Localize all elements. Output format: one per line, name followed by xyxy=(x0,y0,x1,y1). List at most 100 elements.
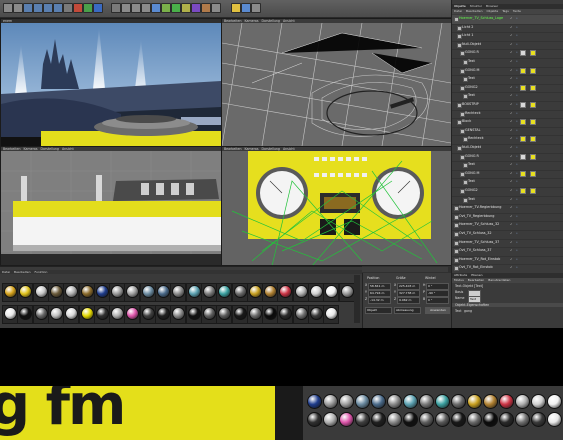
visibility-check-icon[interactable]: ✓ xyxy=(510,179,513,183)
visibility-check-icon[interactable]: ✓ xyxy=(510,214,513,218)
render-dots-icon[interactable]: • xyxy=(516,205,518,209)
object-menu-item[interactable]: Tags xyxy=(502,9,509,13)
material-ball[interactable] xyxy=(218,307,232,320)
tag-icon[interactable] xyxy=(520,50,526,57)
material-ball[interactable] xyxy=(419,412,434,427)
material-ball[interactable] xyxy=(371,394,386,409)
scene-icon[interactable] xyxy=(201,3,211,13)
material-ball[interactable] xyxy=(515,394,530,409)
material-ball[interactable] xyxy=(435,412,450,427)
material-ball[interactable] xyxy=(65,285,79,298)
x-axis-icon[interactable] xyxy=(73,3,83,13)
attribute-menu-item[interactable]: Benutzerdaten xyxy=(488,278,510,282)
material-ball[interactable] xyxy=(323,412,338,427)
material-slot[interactable] xyxy=(292,305,309,324)
material-ball[interactable] xyxy=(4,285,17,298)
render-dots-icon[interactable]: • xyxy=(516,68,518,72)
tab-objekte[interactable]: Objekte xyxy=(454,4,466,8)
visibility-check-icon[interactable]: ✓ xyxy=(510,102,513,106)
render-dots-icon[interactable]: • xyxy=(516,93,518,97)
material-ball[interactable] xyxy=(202,307,216,320)
material-ball[interactable] xyxy=(95,285,109,298)
visibility-check-icon[interactable]: ✓ xyxy=(510,222,513,226)
material-scrollbar[interactable] xyxy=(354,275,360,323)
material-ball[interactable] xyxy=(403,394,418,409)
material-slot[interactable] xyxy=(323,305,340,324)
material-slot[interactable] xyxy=(185,305,202,324)
camera-icon[interactable] xyxy=(211,3,221,13)
deformer-icon[interactable] xyxy=(191,3,201,13)
material-ball[interactable] xyxy=(141,285,155,298)
render-dots-icon[interactable]: • xyxy=(516,33,518,37)
render-dots-icon[interactable]: • xyxy=(516,102,518,106)
material-slot[interactable] xyxy=(262,305,279,324)
render-dots-icon[interactable]: • xyxy=(516,42,518,46)
material-slot[interactable] xyxy=(231,305,248,324)
coord-field-size[interactable]: 9.962 m xyxy=(397,297,420,304)
material-ball[interactable] xyxy=(325,307,339,320)
visibility-check-icon[interactable]: ✓ xyxy=(510,248,513,252)
coord-field-pos[interactable]: 58.841 m xyxy=(368,283,391,290)
texture-tag-icon[interactable] xyxy=(530,102,536,108)
render-dots-icon[interactable]: • xyxy=(516,222,518,226)
material-slot[interactable] xyxy=(63,305,80,324)
text-value[interactable]: gong xyxy=(464,309,472,313)
material-ball[interactable] xyxy=(371,412,386,427)
material-ball[interactable] xyxy=(111,285,125,298)
visibility-check-icon[interactable]: ✓ xyxy=(510,119,513,123)
visibility-check-icon[interactable]: ✓ xyxy=(510,265,513,269)
material-ball[interactable] xyxy=(248,307,262,320)
texture-tag-icon[interactable] xyxy=(530,170,536,177)
render-dots-icon[interactable]: • xyxy=(516,197,518,201)
material-ball[interactable] xyxy=(355,412,370,427)
material-ball[interactable] xyxy=(340,285,354,298)
undo-icon[interactable] xyxy=(3,3,13,13)
render-dots-icon[interactable]: • xyxy=(516,231,518,235)
tag-icon[interactable] xyxy=(520,67,526,74)
cube-icon[interactable] xyxy=(151,3,161,13)
material-slot[interactable] xyxy=(47,283,64,302)
visibility-check-icon[interactable]: ✓ xyxy=(510,205,513,209)
material-ball[interactable] xyxy=(547,394,562,409)
object-menu-item[interactable]: Objekte xyxy=(487,9,499,13)
material-ball[interactable] xyxy=(80,285,94,298)
tab-attribute[interactable]: Attribute xyxy=(454,273,467,277)
visibility-check-icon[interactable]: ✓ xyxy=(510,33,513,37)
visibility-check-icon[interactable]: ✓ xyxy=(510,154,513,158)
list-item[interactable]: Ovt_TV_Rot_Einstob ✓ • xyxy=(452,264,563,273)
material-ball[interactable] xyxy=(4,307,17,320)
material-slot[interactable] xyxy=(17,305,34,324)
render-dots-icon[interactable]: • xyxy=(516,76,518,80)
visibility-check-icon[interactable]: ✓ xyxy=(510,59,513,63)
material-slot[interactable] xyxy=(246,283,263,302)
object-menu-item[interactable]: Bearbeiten xyxy=(466,9,482,13)
texture-tag-icon[interactable] xyxy=(530,50,536,57)
render-dots-icon[interactable]: • xyxy=(516,119,518,123)
visibility-check-icon[interactable]: ✓ xyxy=(510,93,513,97)
render-dots-icon[interactable]: • xyxy=(516,171,518,175)
material-slot[interactable] xyxy=(63,283,80,302)
material-ball[interactable] xyxy=(233,307,247,320)
material-ball[interactable] xyxy=(499,412,514,427)
material-slot[interactable] xyxy=(47,305,64,324)
material-slot[interactable] xyxy=(32,305,49,324)
visibility-check-icon[interactable]: ✓ xyxy=(510,257,513,261)
texture-tag-icon[interactable] xyxy=(530,84,536,91)
material-ball[interactable] xyxy=(294,285,308,298)
tag-icon[interactable] xyxy=(520,84,526,91)
material-ball[interactable] xyxy=(19,285,33,298)
material-ball[interactable] xyxy=(141,307,155,320)
material-ball[interactable] xyxy=(187,307,201,320)
material-ball[interactable] xyxy=(80,307,94,320)
material-ball[interactable] xyxy=(531,412,546,427)
texture-tag-icon[interactable] xyxy=(530,188,536,194)
material-slot[interactable] xyxy=(93,283,110,302)
material-ball[interactable] xyxy=(218,285,232,298)
visibility-check-icon[interactable]: ✓ xyxy=(510,197,513,201)
object-menu-item[interactable]: Texte xyxy=(513,9,521,13)
material-ball[interactable] xyxy=(307,394,322,409)
render-picture-icon[interactable] xyxy=(131,3,141,13)
coord-field-size[interactable]: 327.738 m xyxy=(397,290,420,297)
material-ball[interactable] xyxy=(248,285,262,298)
texture-tag-icon[interactable] xyxy=(530,67,536,74)
